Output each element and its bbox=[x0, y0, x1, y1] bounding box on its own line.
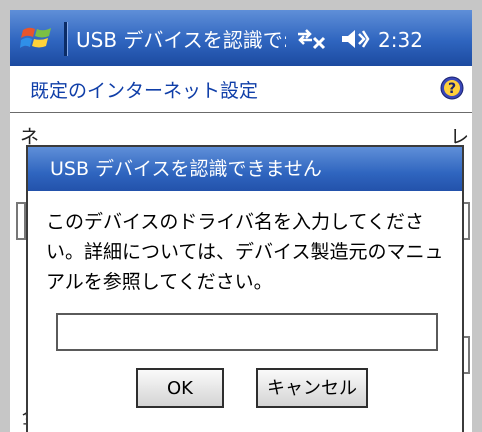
background-field bbox=[16, 202, 26, 240]
window-title: USB デバイスを認識で: bbox=[76, 28, 286, 52]
windows-start-icon[interactable] bbox=[20, 24, 54, 52]
svg-text:?: ? bbox=[448, 81, 456, 97]
driver-name-input[interactable] bbox=[56, 313, 438, 351]
status-bar: USB デバイスを認識で: 2:32 bbox=[10, 10, 472, 67]
title-separator bbox=[64, 22, 68, 56]
connectivity-icon[interactable] bbox=[294, 26, 328, 52]
clock[interactable]: 2:32 bbox=[378, 26, 423, 54]
device-screen: USB デバイスを認識で: 2:32 既定のインターネット設定 ? ネ レ 全 bbox=[0, 0, 482, 432]
cancel-button[interactable]: キャンセル bbox=[256, 368, 368, 408]
volume-icon[interactable] bbox=[340, 27, 370, 51]
help-icon[interactable]: ? bbox=[440, 76, 464, 100]
usb-device-dialog: USB デバイスを認識できません このデバイスのドライバ名を入力してください。詳… bbox=[26, 145, 464, 432]
dialog-message: このデバイスのドライバ名を入力してください。詳細については、デバイス製造元のマニ… bbox=[46, 211, 444, 293]
dialog-title: USB デバイスを認識できません bbox=[28, 147, 462, 191]
app-header: 既定のインターネット設定 ? bbox=[10, 66, 472, 113]
page-title: 既定のインターネット設定 bbox=[30, 80, 259, 102]
ok-button[interactable]: OK bbox=[136, 368, 224, 408]
